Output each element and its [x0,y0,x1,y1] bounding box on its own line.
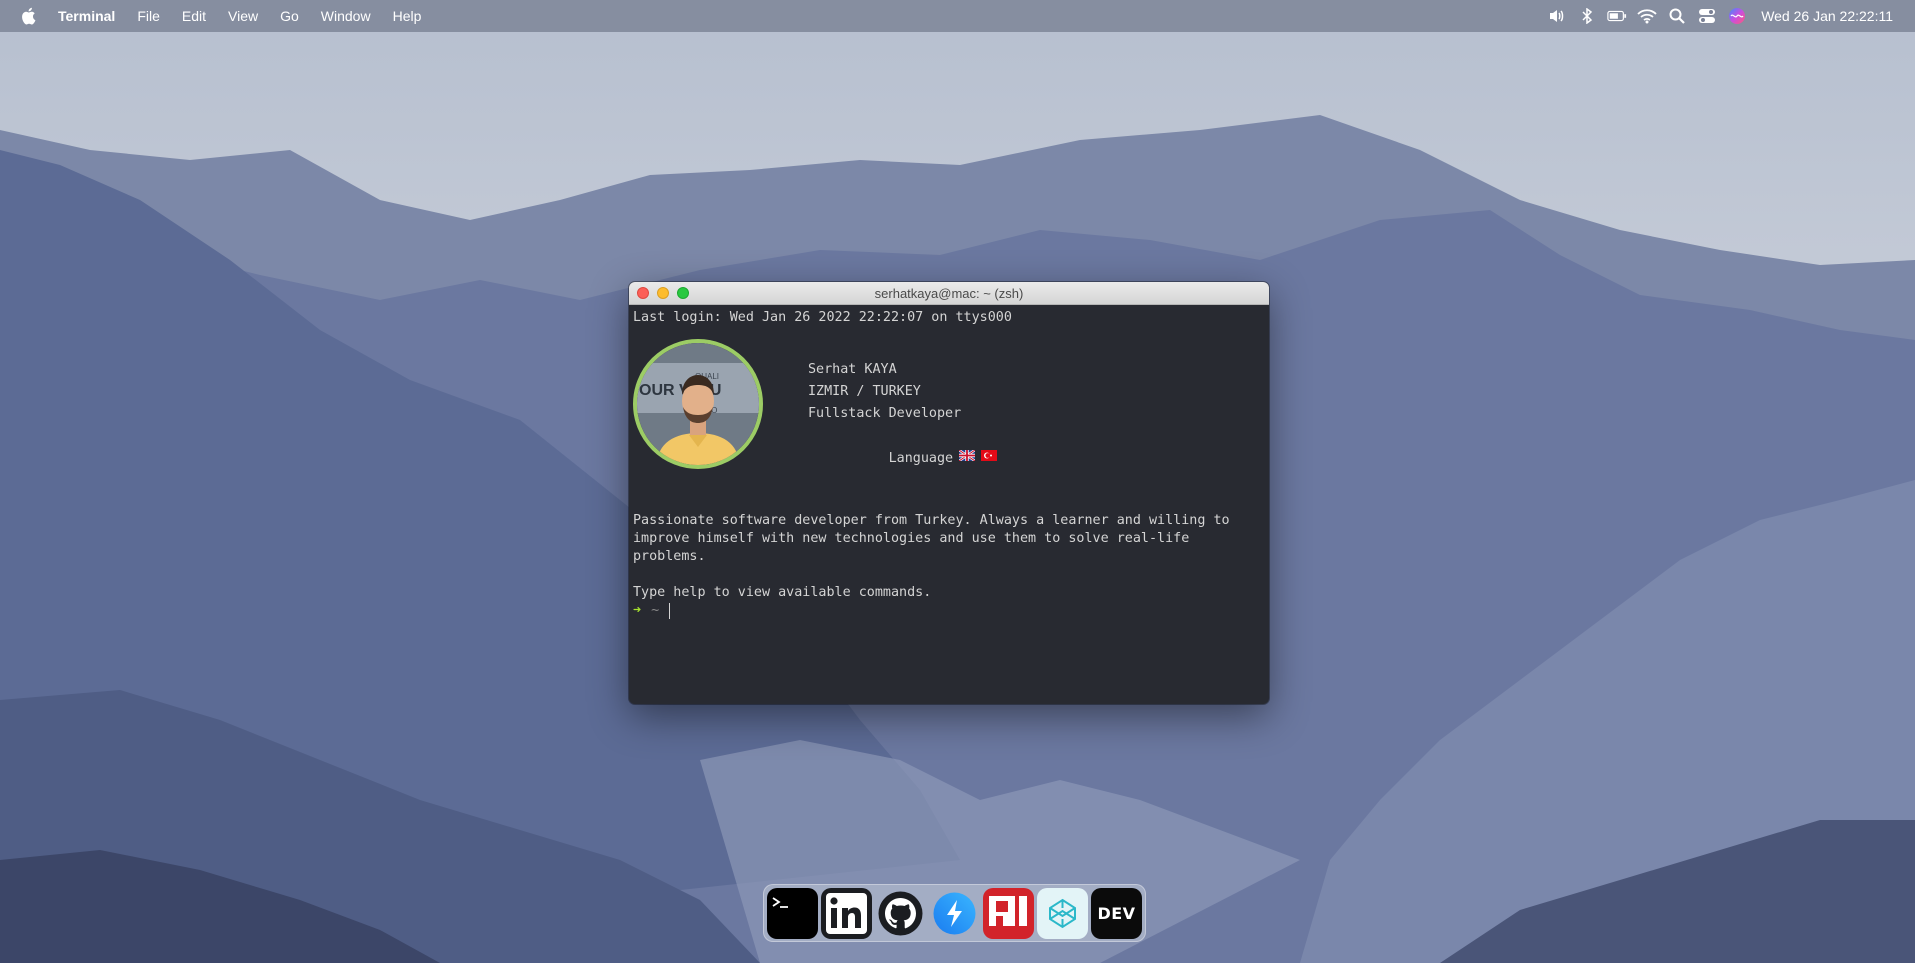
menu-view[interactable]: View [228,8,258,24]
profile-role: Fullstack Developer [808,406,962,421]
menu-window[interactable]: Window [321,8,371,24]
control-center-icon[interactable] [1697,6,1717,26]
language-label: Language [888,451,954,466]
siri-icon[interactable] [1727,6,1747,26]
uk-flag-icon[interactable] [958,447,976,469]
profile-language: Language [808,425,998,492]
apple-icon[interactable] [20,6,40,26]
turkey-flag-icon[interactable] [981,447,998,469]
profile-location: IZMIR / TURKEY [808,384,921,399]
status-area: Wed 26 Jan 22:22:11 [1537,0,1893,32]
window-titlebar[interactable]: serhatkaya@mac: ~ (zsh) [629,282,1269,305]
prompt-directory: ~ [651,603,660,618]
profile-info: Serhat KAYA IZMIR / TURKEY Fullstack Dev… [808,359,998,492]
dock-messenger-icon[interactable] [929,888,980,939]
close-button[interactable] [637,287,649,299]
menu-go[interactable]: Go [280,8,299,24]
dock-polywork-icon[interactable] [983,887,1034,939]
help-hint: Type help to view available commands. [633,585,932,600]
wifi-icon[interactable] [1637,6,1657,26]
last-login-line: Last login: Wed Jan 26 2022 22:22:07 on … [633,310,1012,325]
menu-help[interactable]: Help [393,8,422,24]
dev-label: DEV [1097,903,1136,923]
dock-linkedin-icon[interactable] [821,887,872,939]
bio-text: Passionate software developer from Turke… [633,513,1230,564]
terminal-window[interactable]: serhatkaya@mac: ~ (zsh) Last login: Wed … [629,282,1269,704]
dock-terminal-icon[interactable] [767,887,818,939]
menu-clock[interactable]: Wed 26 Jan 22:22:11 [1761,8,1893,24]
menu-bar: Terminal File Edit View Go Window Help W… [0,0,1915,32]
profile-block: OUR VALU QUALI STO Serhat KAYA IZMIR / T… [633,339,1265,492]
search-icon[interactable] [1667,6,1687,26]
text-cursor[interactable] [669,603,671,619]
window-title: serhatkaya@mac: ~ (zsh) [874,285,1024,301]
menu-app-name[interactable]: Terminal [58,8,115,24]
bluetooth-icon[interactable] [1577,6,1597,26]
minimize-button[interactable] [657,287,669,299]
dock-codepen-icon[interactable] [1037,887,1088,939]
profile-name: Serhat KAYA [808,362,897,377]
maximize-button[interactable] [677,287,689,299]
battery-icon[interactable] [1607,6,1627,26]
terminal-body[interactable]: Last login: Wed Jan 26 2022 22:22:07 on … [629,305,1269,624]
dock-github-icon[interactable] [875,888,926,939]
prompt-arrow-icon: ➜ [633,603,642,618]
dock-dev-icon[interactable]: DEV [1091,887,1142,939]
volume-icon[interactable] [1547,6,1567,26]
menu-file[interactable]: File [137,8,160,24]
dock: DEV [763,884,1146,942]
avatar: OUR VALU QUALI STO [633,339,763,469]
menu-edit[interactable]: Edit [182,8,206,24]
command-prompt[interactable]: ➜ ~ [633,602,1265,620]
